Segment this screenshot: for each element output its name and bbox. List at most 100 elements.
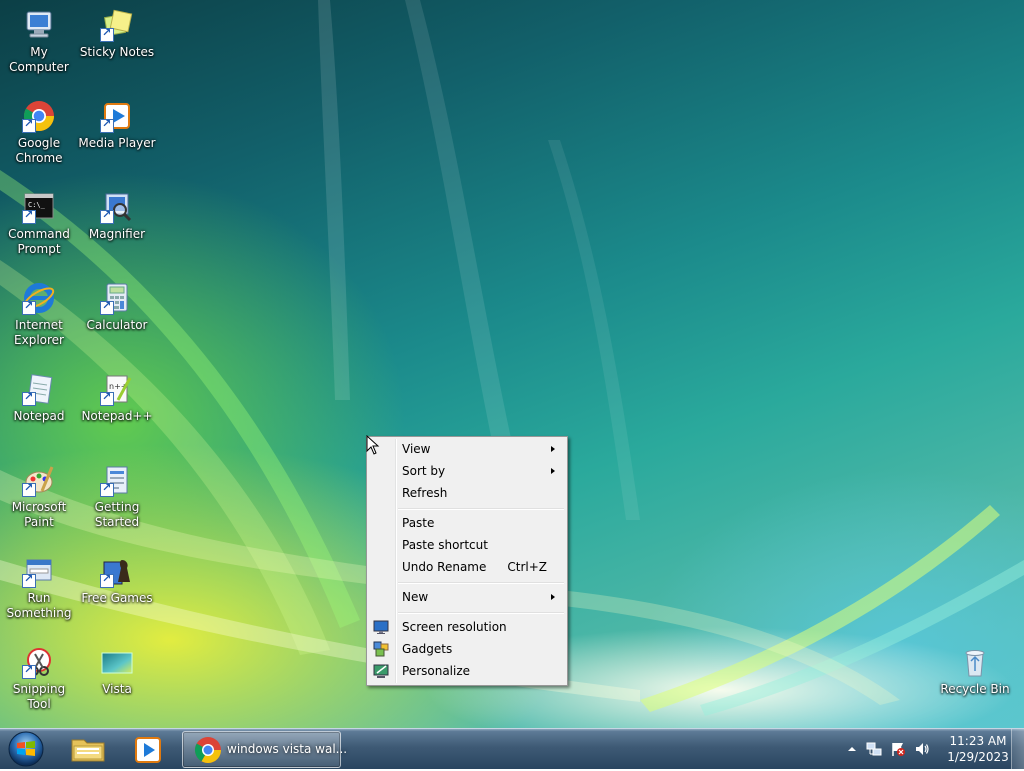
taskbar-pinned-file-explorer[interactable] bbox=[62, 732, 114, 766]
desktop-icon-label: Internet Explorer bbox=[14, 318, 64, 347]
menu-separator bbox=[398, 508, 564, 510]
screen-resolution-icon bbox=[373, 619, 389, 635]
menu-item-paste-shortcut[interactable]: Paste shortcut bbox=[369, 534, 565, 556]
internet-explorer-icon bbox=[22, 281, 56, 315]
calculator-icon bbox=[100, 281, 134, 315]
shortcut-arrow-icon bbox=[22, 481, 36, 497]
menu-item-label: Sort by bbox=[402, 464, 446, 478]
file-explorer-icon bbox=[71, 739, 105, 762]
desktop-icon-label: Media Player bbox=[78, 136, 156, 150]
menu-item-paste[interactable]: Paste bbox=[369, 512, 565, 534]
personalize-icon bbox=[373, 663, 389, 679]
paint-icon bbox=[22, 463, 56, 497]
start-button[interactable] bbox=[6, 730, 46, 768]
desktop-icon-magnifier[interactable]: Magnifier bbox=[78, 190, 156, 242]
action-center-flag-icon[interactable] bbox=[890, 741, 906, 757]
desktop-icon-media-player[interactable]: Media Player bbox=[78, 99, 156, 151]
menu-item-label: Paste bbox=[402, 516, 435, 530]
desktop-icon-getting-started[interactable]: Getting Started bbox=[78, 463, 156, 530]
menu-item-label: View bbox=[402, 442, 431, 456]
shortcut-arrow-icon bbox=[22, 299, 36, 315]
desktop-icon-vista[interactable]: Vista bbox=[78, 645, 156, 697]
snipping-tool-icon bbox=[22, 645, 56, 679]
media-player-icon bbox=[135, 737, 161, 763]
windows-start-orb-icon bbox=[8, 731, 44, 767]
desktop-icon-my-computer[interactable]: My Computer bbox=[0, 8, 78, 75]
desktop-icon-google-chrome[interactable]: Google Chrome bbox=[0, 99, 78, 166]
desktop-icon-sticky-notes[interactable]: Sticky Notes bbox=[78, 8, 156, 60]
desktop-icon-run-something[interactable]: Run Something bbox=[0, 554, 78, 621]
menu-item-screen-resolution[interactable]: Screen resolution bbox=[369, 616, 565, 638]
volume-icon[interactable] bbox=[914, 741, 930, 757]
gadgets-icon bbox=[373, 641, 389, 657]
desktop-icon-label: Microsoft Paint bbox=[11, 500, 67, 529]
desktop-icon-command-prompt[interactable]: C:\_ Command Prompt bbox=[0, 190, 78, 257]
menu-item-label: Screen resolution bbox=[402, 620, 507, 634]
notepad-icon bbox=[22, 372, 56, 406]
desktop-icon-snipping-tool[interactable]: Snipping Tool bbox=[0, 645, 78, 712]
menu-separator bbox=[398, 582, 564, 584]
menu-item-label: Refresh bbox=[402, 486, 448, 500]
recycle-bin-icon bbox=[958, 645, 992, 679]
desktop-icon-internet-explorer[interactable]: Internet Explorer bbox=[0, 281, 78, 348]
desktop-icon-label: Getting Started bbox=[94, 500, 140, 529]
desktop-icon-calculator[interactable]: Calculator bbox=[78, 281, 156, 333]
network-icon[interactable] bbox=[866, 741, 882, 757]
menu-item-undo-rename[interactable]: Undo Rename Ctrl+Z bbox=[369, 556, 565, 578]
desktop-icon-label: Free Games bbox=[81, 591, 153, 605]
menu-item-label: Paste shortcut bbox=[402, 538, 488, 552]
shortcut-arrow-icon bbox=[100, 481, 114, 497]
desktop-icon-recycle-bin[interactable]: Recycle Bin bbox=[936, 645, 1014, 697]
desktop-icon-label: Run Something bbox=[6, 591, 72, 620]
desktop-icon-label: Command Prompt bbox=[8, 227, 70, 256]
wallpaper-image-icon bbox=[100, 645, 134, 679]
taskbar-window-chrome[interactable]: windows vista wal... bbox=[182, 731, 347, 768]
chrome-icon bbox=[22, 99, 56, 133]
magnifier-icon bbox=[100, 190, 134, 224]
menu-item-label: New bbox=[402, 590, 429, 604]
desktop-icon-label: Recycle Bin bbox=[940, 682, 1010, 696]
clock-time[interactable]: 11:23 AM bbox=[947, 734, 1009, 748]
menu-separator bbox=[398, 612, 564, 614]
games-icon bbox=[100, 554, 134, 588]
computer-icon bbox=[22, 8, 56, 42]
show-desktop-button[interactable] bbox=[1011, 729, 1024, 769]
menu-item-refresh[interactable]: Refresh bbox=[369, 482, 565, 504]
shortcut-arrow-icon bbox=[22, 663, 36, 679]
shortcut-arrow-icon bbox=[100, 117, 114, 133]
desktop-icon-label: Google Chrome bbox=[15, 136, 63, 165]
desktop-icon-label: Vista bbox=[102, 682, 132, 696]
run-icon bbox=[22, 554, 56, 588]
shortcut-arrow-icon bbox=[100, 26, 114, 42]
taskbar: windows vista wal... 11:23 AM 1/29/2023 bbox=[0, 728, 1024, 769]
desktop-icon-microsoft-paint[interactable]: Microsoft Paint bbox=[0, 463, 78, 530]
menu-item-label: Gadgets bbox=[402, 642, 453, 656]
taskbar-pinned-media-player[interactable] bbox=[122, 732, 174, 766]
desktop-icon-label: My Computer bbox=[9, 45, 69, 74]
menu-item-gadgets[interactable]: Gadgets bbox=[369, 638, 565, 660]
menu-item-view[interactable]: View bbox=[369, 438, 565, 460]
mouse-cursor-icon bbox=[366, 435, 380, 455]
shortcut-arrow-icon bbox=[100, 208, 114, 224]
desktop-icon-label: Notepad bbox=[13, 409, 65, 423]
media-player-icon bbox=[100, 99, 134, 133]
command-prompt-icon: C:\_ bbox=[22, 190, 56, 224]
submenu-arrow-icon bbox=[551, 594, 555, 600]
submenu-arrow-icon bbox=[551, 468, 555, 474]
notepad-plus-plus-icon: n++ bbox=[100, 372, 134, 406]
desktop-icon-label: Calculator bbox=[86, 318, 148, 332]
shortcut-arrow-icon bbox=[100, 572, 114, 588]
desktop-icon-notepad-plus-plus[interactable]: n++ Notepad++ bbox=[78, 372, 156, 424]
desktop-icon-notepad[interactable]: Notepad bbox=[0, 372, 78, 424]
chrome-icon bbox=[194, 737, 222, 764]
desktop[interactable]: My Computer Google Chrome C:\_ Command P… bbox=[0, 0, 1024, 728]
shortcut-arrow-icon bbox=[100, 390, 114, 406]
shortcut-arrow-icon bbox=[22, 208, 36, 224]
clock-date[interactable]: 1/29/2023 bbox=[947, 750, 1009, 764]
menu-item-personalize[interactable]: Personalize bbox=[369, 660, 565, 682]
desktop-icon-label: Notepad++ bbox=[81, 409, 153, 423]
menu-item-new[interactable]: New bbox=[369, 586, 565, 608]
show-hidden-icons-arrow-icon[interactable] bbox=[844, 741, 860, 757]
desktop-icon-free-games[interactable]: Free Games bbox=[78, 554, 156, 606]
menu-item-sort-by[interactable]: Sort by bbox=[369, 460, 565, 482]
